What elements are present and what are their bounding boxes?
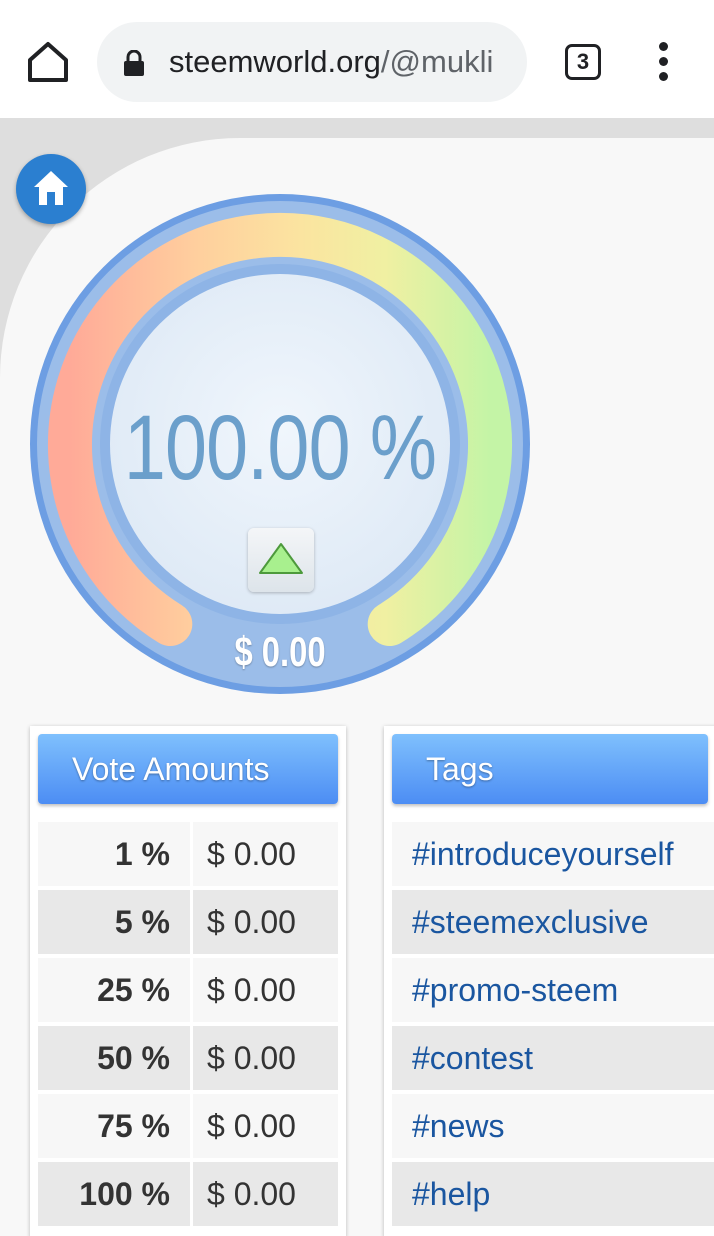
vote-percent: 50 % — [38, 1026, 190, 1090]
table-row: 50 % $ 0.00 — [38, 1026, 338, 1090]
vote-percent: 75 % — [38, 1094, 190, 1158]
vote-amount: $ 0.00 — [193, 958, 338, 1022]
browser-toolbar: steemworld.org/@mukli 3 — [0, 0, 714, 118]
steemworld-home-button[interactable] — [16, 154, 86, 224]
url-path: /@mukli — [380, 44, 494, 79]
vote-amount: $ 0.00 — [193, 1026, 338, 1090]
vote-percent: 1 % — [38, 822, 190, 886]
tags-title: Tags — [392, 734, 708, 804]
house-icon — [34, 171, 68, 205]
url-text: steemworld.org/@mukli — [169, 40, 493, 84]
vote-amounts-title: Vote Amounts — [38, 734, 338, 804]
tag-link[interactable]: #news — [392, 1094, 714, 1158]
vote-percent: 25 % — [38, 958, 190, 1022]
tag-link[interactable]: #contest — [392, 1026, 714, 1090]
tags-list: #introduceyourself #steemexclusive #prom… — [392, 822, 714, 1230]
vote-percent: 100 % — [38, 1162, 190, 1226]
upvote-button[interactable] — [248, 528, 314, 592]
tag-link[interactable]: #steemexclusive — [392, 890, 714, 954]
tags-table: Tags #introduceyourself #steemexclusive … — [384, 726, 714, 1236]
page-content: 100.00 % $ 0.00 Vote Amounts 1 % $ 0.00 — [0, 118, 714, 1236]
vote-amount: $ 0.00 — [193, 1162, 338, 1226]
upvote-triangle-icon — [259, 543, 303, 574]
vote-amount: $ 0.00 — [193, 1094, 338, 1158]
table-row: 25 % $ 0.00 — [38, 958, 338, 1022]
voting-power-percent: 100.00 % — [123, 397, 437, 499]
table-row: 5 % $ 0.00 — [38, 890, 338, 954]
more-menu-icon[interactable] — [652, 42, 674, 86]
address-bar[interactable]: steemworld.org/@mukli — [97, 22, 527, 102]
vote-panel: 100.00 % $ 0.00 Vote Amounts 1 % $ 0.00 — [0, 138, 714, 1236]
table-row: 75 % $ 0.00 — [38, 1094, 338, 1158]
lock-icon — [124, 50, 144, 76]
tag-link[interactable]: #help — [392, 1162, 714, 1226]
vote-percent: 5 % — [38, 890, 190, 954]
vote-amounts-table: Vote Amounts 1 % $ 0.00 5 % $ 0.00 25 % … — [30, 726, 346, 1236]
url-host: steemworld.org — [169, 44, 381, 79]
vote-amount: $ 0.00 — [193, 890, 338, 954]
vote-value: $ 0.00 — [234, 628, 326, 675]
table-row: 1 % $ 0.00 — [38, 822, 338, 886]
vote-amounts-rows: 1 % $ 0.00 5 % $ 0.00 25 % $ 0.00 50 % $… — [38, 822, 338, 1230]
tag-link[interactable]: #introduceyourself — [392, 822, 714, 886]
tab-switcher-button[interactable]: 3 — [565, 44, 601, 80]
home-icon[interactable] — [26, 40, 70, 84]
tag-link[interactable]: #promo-steem — [392, 958, 714, 1022]
vote-amount: $ 0.00 — [193, 822, 338, 886]
table-row: 100 % $ 0.00 — [38, 1162, 338, 1226]
